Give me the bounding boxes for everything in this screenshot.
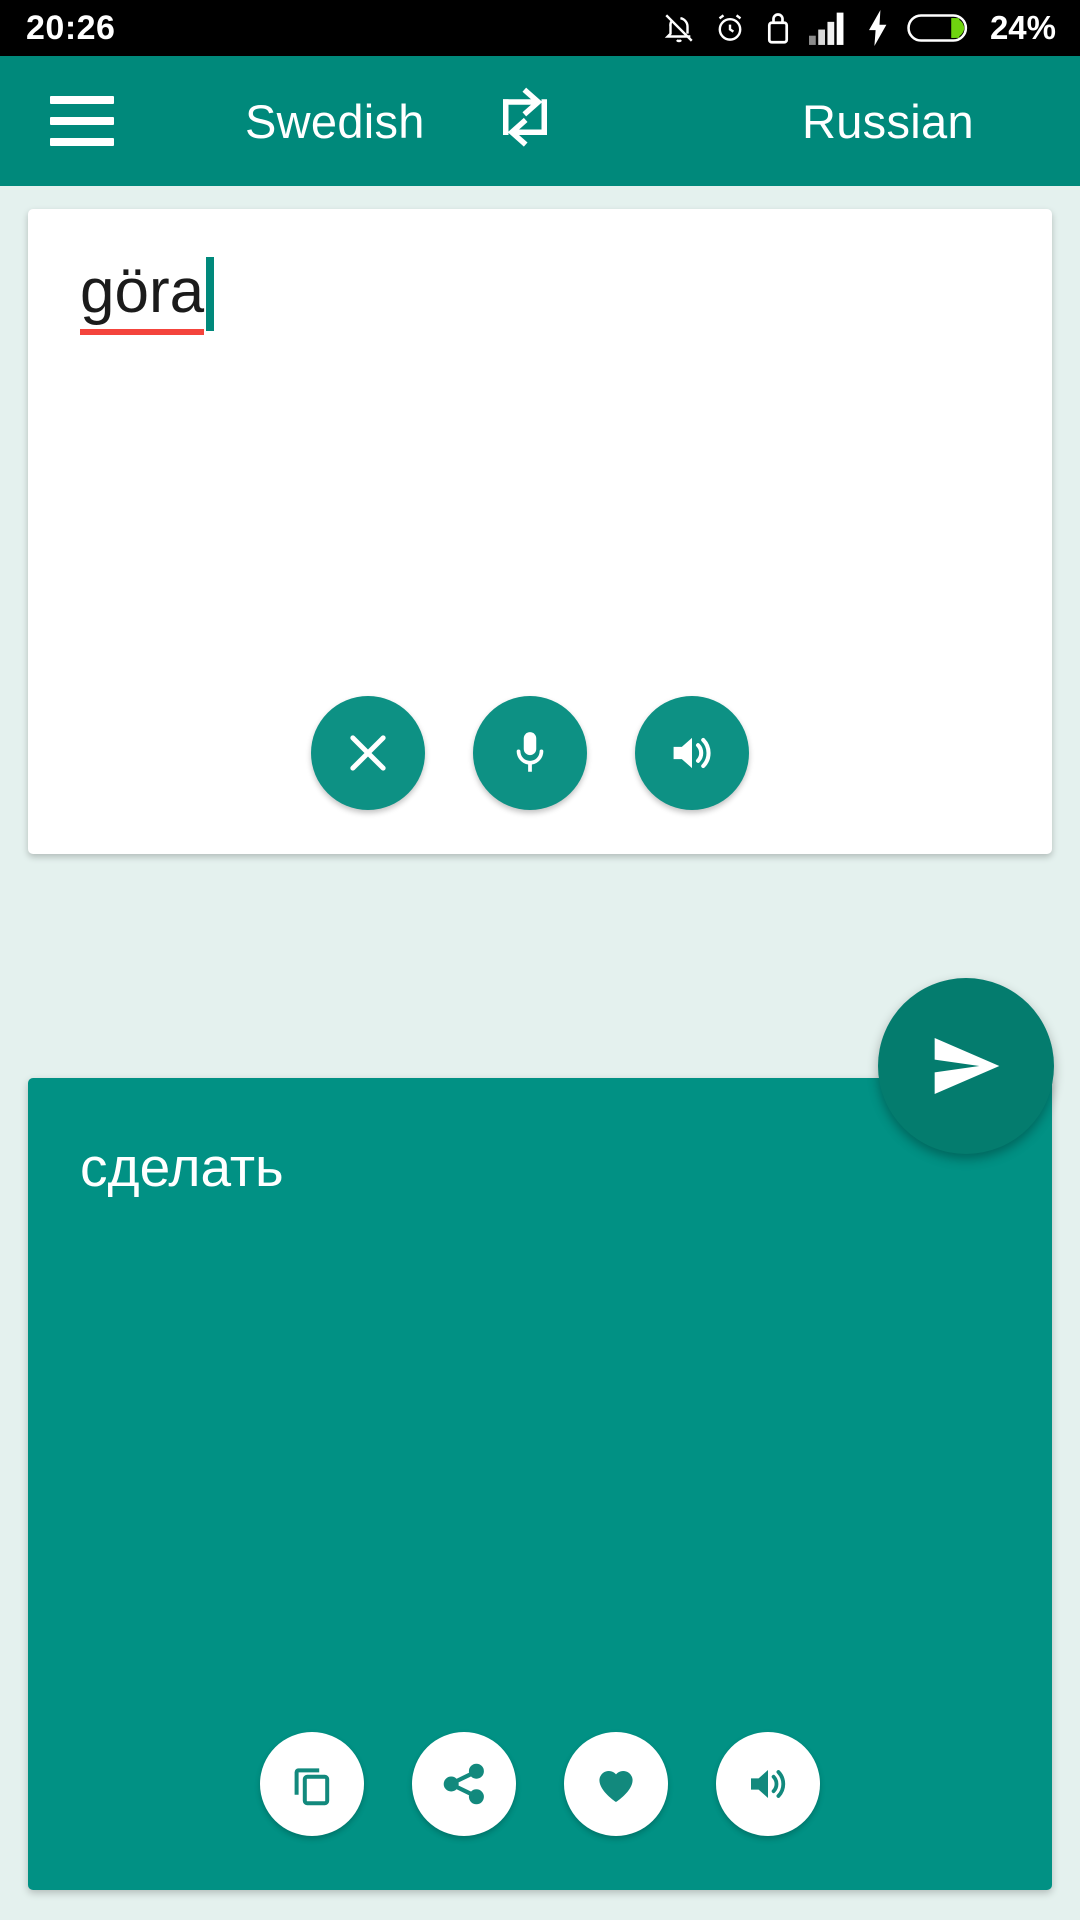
target-language-selector[interactable]: Russian — [802, 94, 974, 149]
mic-button[interactable] — [473, 696, 587, 810]
hamburger-menu-icon[interactable] — [50, 96, 114, 146]
bell-muted-icon — [662, 10, 696, 46]
share-button[interactable] — [412, 1732, 516, 1836]
source-text-card[interactable]: göra — [28, 209, 1052, 854]
clear-button[interactable] — [311, 696, 425, 810]
battery-percent: 24% — [989, 9, 1056, 46]
speaker-icon — [751, 1770, 786, 1798]
heart-icon — [599, 1771, 633, 1802]
alarm-clock-icon — [713, 10, 747, 46]
status-time: 20:26 — [26, 8, 116, 47]
text-caret — [206, 257, 215, 331]
result-text: сделать — [80, 1136, 284, 1198]
copy-button[interactable] — [260, 1732, 364, 1836]
signal-bars-icon — [808, 11, 849, 45]
close-x-icon — [350, 735, 386, 771]
result-card: сделать — [28, 1078, 1052, 1890]
status-icons: 24% — [662, 9, 1056, 47]
app-bar: Swedish Russian — [0, 56, 1080, 186]
send-arrow-icon — [934, 1038, 1000, 1094]
copy-icon — [294, 1768, 330, 1806]
source-input-wrap[interactable]: göra — [80, 257, 215, 335]
result-action-row — [28, 1732, 1052, 1836]
speak-source-button[interactable] — [635, 696, 749, 810]
send-button[interactable] — [878, 978, 1054, 1154]
status-bar: 20:26 24% — [0, 0, 1080, 56]
swap-languages-icon[interactable] — [492, 82, 558, 161]
source-text-input[interactable]: göra — [80, 261, 205, 335]
usb-lock-icon — [764, 10, 792, 46]
microphone-icon — [516, 732, 544, 772]
charging-bolt-icon — [866, 10, 890, 46]
speak-result-button[interactable] — [716, 1732, 820, 1836]
source-language-selector[interactable]: Swedish — [245, 94, 425, 149]
app-screen: 20:26 24% Swedish Russian göra сделать — [0, 0, 1080, 1920]
source-action-row — [28, 696, 1052, 810]
battery-icon — [907, 12, 969, 44]
share-icon — [443, 1763, 484, 1805]
favorite-button[interactable] — [564, 1732, 668, 1836]
speaker-icon — [673, 737, 711, 769]
